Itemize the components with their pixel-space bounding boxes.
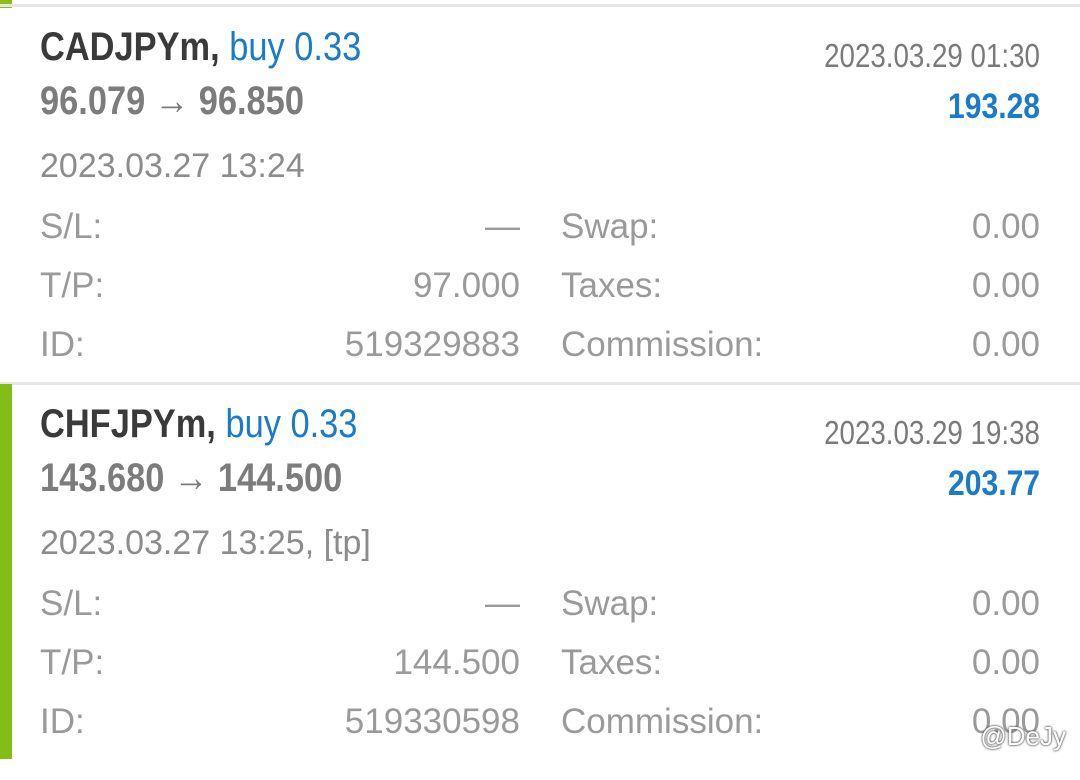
swap-value: 0.00 <box>971 584 1040 623</box>
sl-value: — <box>485 207 520 246</box>
trade-symbol: CADJPYm, <box>40 25 220 69</box>
id-value: 519330598 <box>344 702 520 741</box>
tp-value: 144.500 <box>393 643 520 682</box>
watermark-text: @DeJy <box>980 721 1066 751</box>
id-label: ID: <box>40 325 85 364</box>
selected-accent-bar <box>0 384 12 759</box>
trade-symbol: CHFJPYm, <box>40 402 216 446</box>
sl-label: S/L: <box>40 584 103 623</box>
swap-label: Swap: <box>561 584 659 623</box>
trade-header: CADJPYm, buy 0.33 <box>40 25 361 70</box>
trade-close-time: 2023.03.29 01:30 <box>824 37 1040 74</box>
trade-prices: 143.680 → 144.500 <box>40 456 343 500</box>
detail-row-sl-swap: S/L: — Swap: 0.00 <box>40 584 1040 628</box>
commission-value: 0.00 <box>971 325 1040 364</box>
sl-label: S/L: <box>40 207 103 246</box>
trade-direction: buy 0.33 <box>225 402 358 446</box>
trade-profit: 203.77 <box>947 464 1040 503</box>
swap-value: 0.00 <box>971 207 1040 246</box>
trade-history-screen: CADJPYm, buy 0.33 96.079 → 96.850 2023.0… <box>0 0 1080 780</box>
commission-label: Commission: <box>561 325 764 364</box>
trade-open-time: 2023.03.27 13:24 <box>40 147 305 185</box>
tp-label: T/P: <box>40 643 105 682</box>
trade-close-time: 2023.03.29 19:38 <box>824 414 1040 451</box>
id-value: 519329883 <box>344 325 520 364</box>
taxes-label: Taxes: <box>561 643 663 682</box>
detail-row-tp-taxes: T/P: 144.500 Taxes: 0.00 <box>40 643 1040 687</box>
commission-label: Commission: <box>561 702 764 741</box>
trade-direction: buy 0.33 <box>229 25 362 69</box>
trade-item[interactable]: CADJPYm, buy 0.33 96.079 → 96.850 2023.0… <box>0 7 1080 385</box>
detail-row-id-commission: ID: 519329883 Commission: 0.00 <box>40 325 1040 369</box>
detail-row-sl-swap: S/L: — Swap: 0.00 <box>40 207 1040 251</box>
tp-value: 97.000 <box>412 266 520 305</box>
trade-item[interactable]: CHFJPYm, buy 0.33 143.680 → 144.500 2023… <box>0 384 1080 759</box>
detail-row-id-commission: ID: 519330598 Commission: 0.00 <box>40 702 1040 746</box>
trade-open-time: 2023.03.27 13:25, [tp] <box>40 524 371 562</box>
taxes-label: Taxes: <box>561 266 663 305</box>
tp-label: T/P: <box>40 266 105 305</box>
sl-value: — <box>485 584 520 623</box>
taxes-value: 0.00 <box>971 266 1040 305</box>
trade-prices: 96.079 → 96.850 <box>40 79 304 123</box>
trade-profit: 193.28 <box>947 87 1040 126</box>
id-label: ID: <box>40 702 85 741</box>
taxes-value: 0.00 <box>971 643 1040 682</box>
swap-label: Swap: <box>561 207 659 246</box>
trade-header: CHFJPYm, buy 0.33 <box>40 402 357 447</box>
detail-row-tp-taxes: T/P: 97.000 Taxes: 0.00 <box>40 266 1040 310</box>
